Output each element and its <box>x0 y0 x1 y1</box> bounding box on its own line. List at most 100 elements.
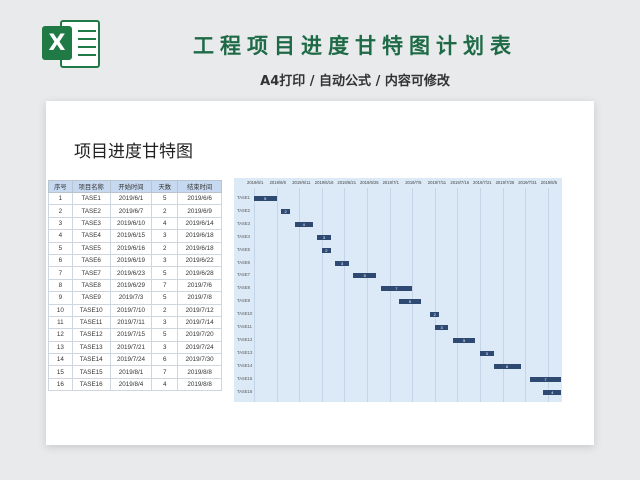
table-row: 2 TASE2 2019/6/7 2 2019/6/9 <box>48 204 222 218</box>
gantt-date-header: 2019/7/16 <box>450 180 470 185</box>
table-row: 16 TASE16 2019/8/4 4 2019/8/8 <box>48 377 222 392</box>
table-row: 11 TASE11 2019/7/11 3 2019/7/14 <box>48 315 222 330</box>
table-cell: 2019/6/7 <box>109 204 153 218</box>
gantt-date-header: 2019/6/21 <box>337 180 357 185</box>
table-cell: 12 <box>48 328 73 342</box>
table-cell: 8 <box>48 278 73 293</box>
table-cell: TASE3 <box>71 216 111 231</box>
table-cell: 2019/6/9 <box>177 204 222 218</box>
table-cell: 2019/6/18 <box>177 229 222 243</box>
gantt-task-label: TASE10 <box>237 311 253 317</box>
table-cell: 15 <box>48 365 73 379</box>
gantt-bar: 7 <box>380 286 413 292</box>
table-row: 6 TASE6 2019/6/19 3 2019/6/22 <box>48 253 222 268</box>
gantt-task-label: TASE7 <box>237 272 250 278</box>
gantt-date-header: 2019/6/11 <box>292 180 311 185</box>
table-cell: 5 <box>151 266 179 280</box>
gantt-bar: 5 <box>254 196 277 201</box>
table-cell: 9 <box>48 291 73 305</box>
table-cell: 2019/7/12 <box>177 303 222 317</box>
table-cell: 6 <box>151 353 179 367</box>
column-header: 项目名称 <box>71 180 111 193</box>
gantt-gridline <box>276 188 278 402</box>
table-cell: TASE1 <box>71 191 111 206</box>
table-row: 10 TASE10 2019/7/10 2 2019/7/12 <box>48 303 222 317</box>
gantt-bar: 6 <box>493 363 521 369</box>
gantt-task-label: TASE2 <box>237 207 250 213</box>
table-row: 8 TASE8 2019/6/29 7 2019/7/6 <box>48 278 222 293</box>
table-cell: 2019/8/8 <box>177 377 222 392</box>
table-cell: TASE12 <box>71 328 111 342</box>
table-cell: 7 <box>151 278 179 293</box>
table-cell: 2019/6/29 <box>109 278 153 293</box>
gantt-bar: 5 <box>353 273 377 279</box>
table-cell: TASE8 <box>71 278 111 293</box>
gantt-gridline <box>389 188 391 402</box>
table-cell: 16 <box>48 377 73 392</box>
task-table: 序号 项目名称 开始时间 天数 结束时间 1 TASE1 2019/6/1 5 2019… <box>48 180 222 392</box>
gantt-bar: 4 <box>294 221 313 227</box>
table-cell: 2019/6/28 <box>177 266 222 280</box>
table-cell: 2019/7/21 <box>109 340 153 355</box>
table-cell: TASE2 <box>71 204 111 218</box>
table-cell: 2019/8/4 <box>109 377 153 392</box>
table-cell: 2019/6/18 <box>177 241 222 255</box>
gantt-chart: 2019/6/1 2019/6/6 2019/6/11 2019/6/16 2019/6… <box>234 178 562 402</box>
table-row: 4 TASE4 2019/6/15 3 2019/6/18 <box>48 229 222 243</box>
table-cell: 3 <box>151 229 179 243</box>
gantt-task-label: TASE11 <box>237 324 252 329</box>
table-cell: 2019/7/8 <box>177 291 222 305</box>
table-cell: TASE9 <box>71 291 111 305</box>
table-cell: TASE4 <box>71 229 111 243</box>
table-cell: 2019/6/23 <box>109 266 153 280</box>
table-cell: TASE11 <box>71 315 111 330</box>
gantt-gridline <box>502 188 504 402</box>
gantt-gridline <box>254 188 255 402</box>
table-cell: TASE6 <box>71 253 111 268</box>
gantt-task-label: TASE6 <box>237 259 250 265</box>
table-cell: 10 <box>48 303 73 317</box>
gantt-task-label: TASE14 <box>237 362 253 368</box>
table-row: 15 TASE15 2019/8/1 7 2019/8/8 <box>48 365 222 379</box>
table-row: 12 TASE12 2019/7/15 5 2019/7/20 <box>48 328 222 342</box>
table-cell: 4 <box>48 229 73 243</box>
table-cell: TASE14 <box>71 353 111 367</box>
gantt-bar: 7 <box>529 376 562 382</box>
table-cell: 7 <box>151 365 179 379</box>
table-cell: 2 <box>48 204 73 218</box>
table-cell: 5 <box>151 328 179 342</box>
table-cell: 2 <box>151 204 179 218</box>
excel-logo: X <box>42 18 100 70</box>
gantt-bar: 3 <box>434 325 449 330</box>
table-cell: 4 <box>151 377 179 392</box>
excel-x-icon: X <box>42 26 72 60</box>
gantt-bar: 2 <box>281 208 291 214</box>
table-cell: 2019/7/14 <box>177 315 222 330</box>
gantt-date-header: 2019/7/26 <box>495 180 515 185</box>
table-row: 5 TASE5 2019/6/16 2 2019/6/18 <box>48 241 222 255</box>
table-cell: 2019/6/10 <box>109 216 153 231</box>
table-cell: 2019/7/24 <box>177 340 222 355</box>
table-row: 13 TASE13 2019/7/21 3 2019/7/24 <box>48 340 222 355</box>
gantt-date-header: 2019/7/31 <box>518 180 537 185</box>
gantt-task-label: TASE9 <box>237 298 250 304</box>
table-cell: TASE13 <box>71 340 111 355</box>
gantt-gridline <box>367 188 368 402</box>
gantt-task-label: TASE3 <box>237 220 250 226</box>
gantt-task-label: TASE1 <box>237 195 250 200</box>
table-cell: 14 <box>48 353 73 367</box>
table-cell: 2019/8/1 <box>109 365 153 379</box>
table-cell: 5 <box>151 191 179 206</box>
gantt-date-header: 2019/6/1 <box>247 180 264 185</box>
gantt-gridline <box>480 188 481 402</box>
gantt-date-header: 2019/7/1 <box>382 180 399 185</box>
table-cell: 2019/6/22 <box>177 253 222 268</box>
gantt-gridline <box>344 188 346 402</box>
task-table-body: 1 TASE1 2019/6/1 5 2019/6/6 2 TASE2 2019/6/7 2 20… <box>48 191 222 392</box>
gantt-date-header: 2019/7/21 <box>473 180 492 185</box>
column-header: 开始时间 <box>109 180 153 193</box>
gantt-date-header: 2019/6/16 <box>314 180 334 185</box>
table-cell: TASE10 <box>71 303 111 317</box>
gantt-task-label: TASE16 <box>237 388 253 394</box>
table-cell: 13 <box>48 340 73 355</box>
